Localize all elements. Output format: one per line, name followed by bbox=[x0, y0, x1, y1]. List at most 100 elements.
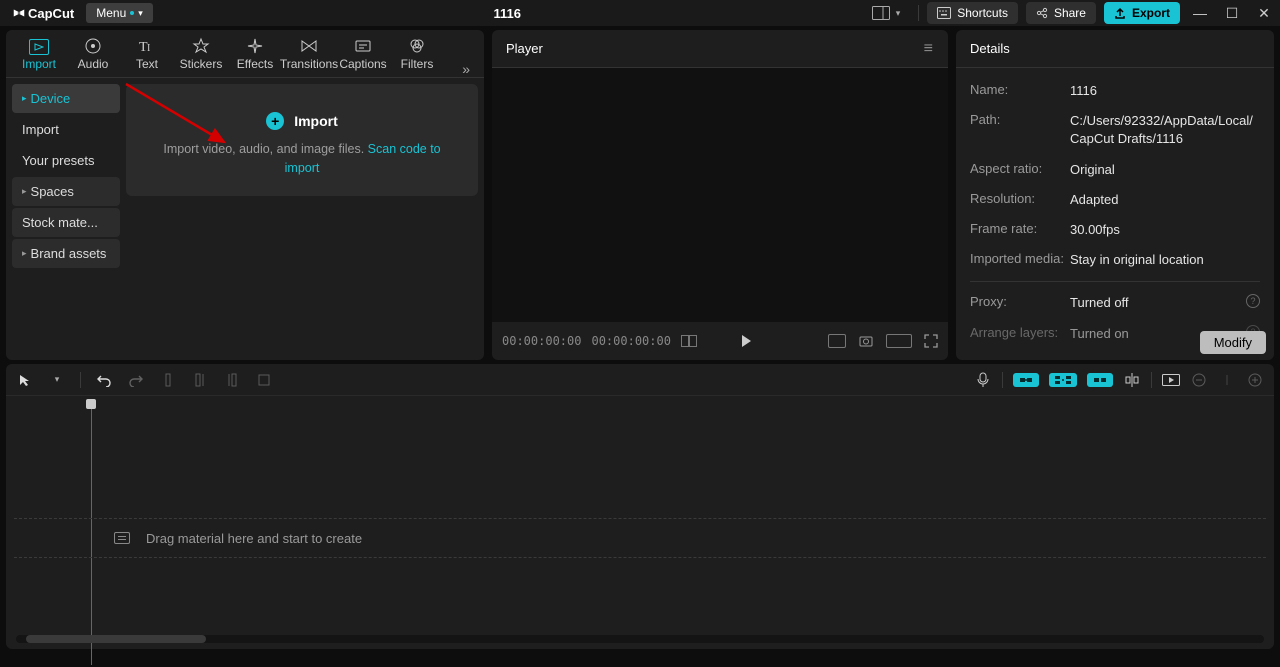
sidenav-import[interactable]: Import bbox=[12, 115, 120, 144]
caret-icon: ▸ bbox=[22, 186, 27, 197]
sidenav-label: Device bbox=[31, 91, 71, 106]
zoom-in-button[interactable] bbox=[1246, 371, 1264, 389]
tab-transitions[interactable]: Transitions bbox=[282, 31, 336, 77]
sidenav-label: Brand assets bbox=[31, 246, 107, 261]
record-button[interactable] bbox=[974, 371, 992, 389]
close-button[interactable]: ✕ bbox=[1252, 5, 1276, 22]
project-title: 1116 bbox=[153, 6, 862, 21]
link-button[interactable] bbox=[1087, 373, 1113, 387]
detail-value-proxy: Turned off bbox=[1070, 294, 1246, 312]
export-icon bbox=[1114, 7, 1126, 19]
menu-button[interactable]: Menu ▾ bbox=[86, 3, 153, 23]
maximize-button[interactable]: ☐ bbox=[1220, 5, 1244, 22]
zoom-slider[interactable] bbox=[1218, 371, 1236, 389]
tab-text[interactable]: TI Text bbox=[120, 31, 174, 77]
minimize-button[interactable]: — bbox=[1188, 5, 1212, 21]
detail-label-aspect: Aspect ratio: bbox=[970, 161, 1070, 179]
canvas-button[interactable] bbox=[886, 334, 912, 348]
timeline-scrollbar[interactable] bbox=[16, 635, 1264, 645]
sidenav-label: Import bbox=[22, 122, 59, 137]
scrollbar-thumb[interactable] bbox=[26, 635, 206, 643]
sidenav-brand[interactable]: ▸ Brand assets bbox=[12, 239, 120, 268]
app-logo: CapCut bbox=[4, 6, 82, 21]
compare-icon[interactable] bbox=[681, 335, 697, 347]
tab-label: Effects bbox=[237, 57, 273, 71]
modify-button[interactable]: Modify bbox=[1200, 331, 1266, 354]
share-button[interactable]: Share bbox=[1026, 2, 1096, 24]
svg-text:I: I bbox=[147, 43, 150, 54]
tab-import[interactable]: Import bbox=[12, 33, 66, 77]
separator bbox=[1002, 372, 1003, 388]
preview-button[interactable] bbox=[1162, 371, 1180, 389]
tab-stickers[interactable]: Stickers bbox=[174, 31, 228, 77]
help-icon[interactable]: ? bbox=[1246, 294, 1260, 308]
app-name: CapCut bbox=[28, 6, 74, 21]
zoom-out-button[interactable] bbox=[1190, 371, 1208, 389]
split-button[interactable] bbox=[159, 371, 177, 389]
magnet-all-button[interactable] bbox=[1049, 373, 1077, 387]
media-panel: Import Audio TI Text Stickers Effects Tr… bbox=[6, 30, 484, 360]
shortcuts-label: Shortcuts bbox=[957, 6, 1008, 20]
sidenav-label: Stock mate... bbox=[22, 215, 98, 230]
player-menu-button[interactable]: ≡ bbox=[924, 40, 934, 58]
export-label: Export bbox=[1132, 6, 1170, 20]
sidenav-spaces[interactable]: ▸ Spaces bbox=[12, 177, 120, 206]
tab-filters[interactable]: Filters bbox=[390, 31, 444, 77]
time-total: 00:00:00:00 bbox=[591, 334, 670, 348]
magnet-main-button[interactable] bbox=[1013, 373, 1039, 387]
play-button[interactable] bbox=[739, 334, 753, 348]
media-sidenav: ▸ Device Import Your presets ▸ Spaces Stoc… bbox=[6, 78, 126, 360]
tab-label: Captions bbox=[339, 57, 386, 71]
export-button[interactable]: Export bbox=[1104, 2, 1180, 24]
media-tab-strip: Import Audio TI Text Stickers Effects Tr… bbox=[6, 30, 484, 78]
fullscreen-button[interactable] bbox=[924, 334, 938, 348]
detail-value-name: 1116 bbox=[1070, 82, 1260, 100]
ratio-button[interactable] bbox=[828, 334, 846, 348]
detail-value-imported: Stay in original location bbox=[1070, 251, 1260, 269]
tab-label: Transitions bbox=[280, 57, 338, 71]
keyboard-icon bbox=[937, 7, 951, 19]
caret-icon: ▸ bbox=[22, 93, 27, 104]
sidenav-stock[interactable]: Stock mate... bbox=[12, 208, 120, 237]
share-label: Share bbox=[1054, 6, 1086, 20]
tab-audio[interactable]: Audio bbox=[66, 31, 120, 77]
detail-label-name: Name: bbox=[970, 82, 1070, 100]
layout-button[interactable]: ▾ bbox=[862, 2, 911, 24]
empty-track[interactable]: Drag material here and start to create bbox=[14, 518, 1266, 558]
player-title: Player bbox=[506, 41, 543, 56]
snapshot-button[interactable] bbox=[858, 333, 874, 349]
expand-tabs-button[interactable]: » bbox=[454, 61, 478, 77]
caret-icon: ▸ bbox=[22, 248, 27, 259]
player-controls: 00:00:00:00 00:00:00:00 bbox=[492, 322, 948, 360]
trim-left-button[interactable] bbox=[191, 371, 209, 389]
chevron-down-icon: ▾ bbox=[896, 8, 901, 19]
separator bbox=[1151, 372, 1152, 388]
trim-right-button[interactable] bbox=[223, 371, 241, 389]
player-viewport[interactable] bbox=[492, 68, 948, 322]
sidenav-presets[interactable]: Your presets bbox=[12, 146, 120, 175]
detail-label-arrange: Arrange layers: bbox=[970, 325, 1070, 343]
tab-captions[interactable]: Captions bbox=[336, 31, 390, 77]
selection-dropdown[interactable]: ▾ bbox=[48, 371, 66, 389]
layout-icon bbox=[872, 6, 890, 20]
menu-label: Menu bbox=[96, 6, 126, 20]
sidenav-label: Spaces bbox=[31, 184, 74, 199]
tab-label: Audio bbox=[78, 57, 109, 71]
snap-button[interactable] bbox=[1123, 371, 1141, 389]
chevron-down-icon: ▾ bbox=[138, 8, 143, 19]
tab-effects[interactable]: Effects bbox=[228, 31, 282, 77]
import-dropzone[interactable]: + Import Import video, audio, and image … bbox=[126, 84, 478, 196]
detail-label-framerate: Frame rate: bbox=[970, 221, 1070, 239]
timeline-tracks[interactable]: Drag material here and start to create bbox=[6, 396, 1274, 635]
shortcuts-button[interactable]: Shortcuts bbox=[927, 2, 1018, 24]
undo-button[interactable] bbox=[95, 371, 113, 389]
delete-button[interactable] bbox=[255, 371, 273, 389]
sidenav-device[interactable]: ▸ Device bbox=[12, 84, 120, 113]
separator bbox=[970, 281, 1260, 282]
selection-tool[interactable] bbox=[16, 371, 34, 389]
detail-label-path: Path: bbox=[970, 112, 1070, 148]
redo-button[interactable] bbox=[127, 371, 145, 389]
detail-label-imported: Imported media: bbox=[970, 251, 1070, 269]
playhead-handle[interactable] bbox=[86, 399, 96, 409]
text-icon: TI bbox=[138, 37, 156, 55]
